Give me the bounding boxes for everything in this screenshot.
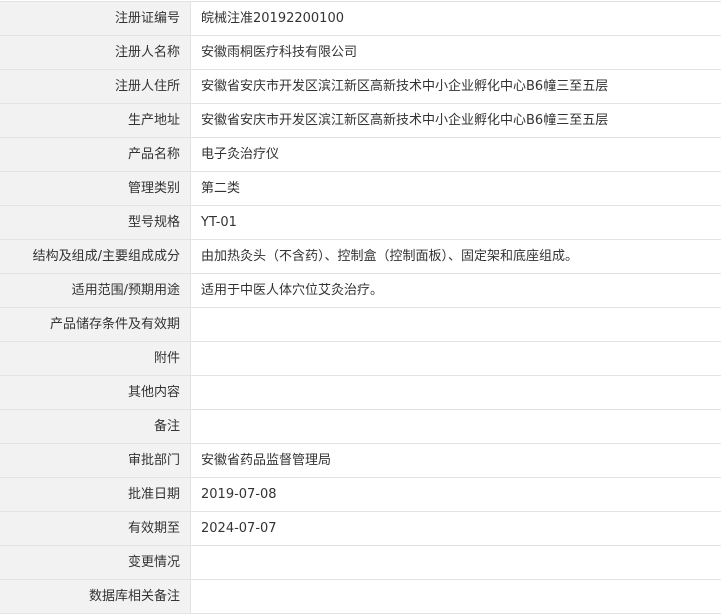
- row-remarks: 备注: [0, 410, 721, 444]
- field-value: [191, 342, 721, 375]
- field-label: 适用范围/预期用途: [0, 274, 191, 307]
- row-change-history: 变更情况: [0, 546, 721, 580]
- row-model-spec: 型号规格 YT-01: [0, 206, 721, 240]
- field-value: 由加热灸头（不含药）、控制盒（控制面板）、固定架和底座组成。: [191, 240, 721, 273]
- field-value: 安徽省药品监督管理局: [191, 444, 721, 477]
- field-label: 批准日期: [0, 478, 191, 511]
- field-label: 管理类别: [0, 172, 191, 205]
- row-registrant-name: 注册人名称 安徽雨桐医疗科技有限公司: [0, 36, 721, 70]
- row-product-name: 产品名称 电子灸治疗仪: [0, 138, 721, 172]
- field-value: [191, 376, 721, 409]
- field-value: 电子灸治疗仪: [191, 138, 721, 171]
- field-label: 有效期至: [0, 512, 191, 545]
- field-value: 2019-07-08: [191, 478, 721, 511]
- row-valid-until: 有效期至 2024-07-07: [0, 512, 721, 546]
- field-label: 结构及组成/主要组成成分: [0, 240, 191, 273]
- field-value: [191, 546, 721, 579]
- field-value: [191, 410, 721, 443]
- field-value: 安徽雨桐医疗科技有限公司: [191, 36, 721, 69]
- field-value: 安徽省安庆市开发区滨江新区高新技术中小企业孵化中心B6幢三至五层: [191, 104, 721, 137]
- row-structure-composition: 结构及组成/主要组成成分 由加热灸头（不含药）、控制盒（控制面板）、固定架和底座…: [0, 240, 721, 274]
- field-value: [191, 308, 721, 341]
- field-value: 皖械注准20192200100: [191, 2, 721, 35]
- row-approval-date: 批准日期 2019-07-08: [0, 478, 721, 512]
- field-value: 适用于中医人体穴位艾灸治疗。: [191, 274, 721, 307]
- row-production-address: 生产地址 安徽省安庆市开发区滨江新区高新技术中小企业孵化中心B6幢三至五层: [0, 104, 721, 138]
- field-value: 2024-07-07: [191, 512, 721, 545]
- field-label: 产品储存条件及有效期: [0, 308, 191, 341]
- field-label: 生产地址: [0, 104, 191, 137]
- row-approval-department: 审批部门 安徽省药品监督管理局: [0, 444, 721, 478]
- field-value: YT-01: [191, 206, 721, 239]
- row-intended-use: 适用范围/预期用途 适用于中医人体穴位艾灸治疗。: [0, 274, 721, 308]
- field-label: 注册人名称: [0, 36, 191, 69]
- field-label: 注册人住所: [0, 70, 191, 103]
- field-label: 注册证编号: [0, 2, 191, 35]
- registration-detail-table: 注册证编号 皖械注准20192200100 注册人名称 安徽雨桐医疗科技有限公司…: [0, 1, 721, 614]
- field-label: 变更情况: [0, 546, 191, 579]
- field-label: 产品名称: [0, 138, 191, 171]
- row-management-category: 管理类别 第二类: [0, 172, 721, 206]
- row-registrant-address: 注册人住所 安徽省安庆市开发区滨江新区高新技术中小企业孵化中心B6幢三至五层: [0, 70, 721, 104]
- row-database-remarks: 数据库相关备注: [0, 580, 721, 614]
- field-label: 其他内容: [0, 376, 191, 409]
- row-other-content: 其他内容: [0, 376, 721, 410]
- field-label: 附件: [0, 342, 191, 375]
- field-label: 型号规格: [0, 206, 191, 239]
- row-storage-validity: 产品储存条件及有效期: [0, 308, 721, 342]
- field-value: 第二类: [191, 172, 721, 205]
- field-value: 安徽省安庆市开发区滨江新区高新技术中小企业孵化中心B6幢三至五层: [191, 70, 721, 103]
- field-label: 备注: [0, 410, 191, 443]
- field-label: 数据库相关备注: [0, 580, 191, 613]
- row-registration-number: 注册证编号 皖械注准20192200100: [0, 2, 721, 36]
- field-value: [191, 580, 721, 613]
- field-label: 审批部门: [0, 444, 191, 477]
- row-attachments: 附件: [0, 342, 721, 376]
